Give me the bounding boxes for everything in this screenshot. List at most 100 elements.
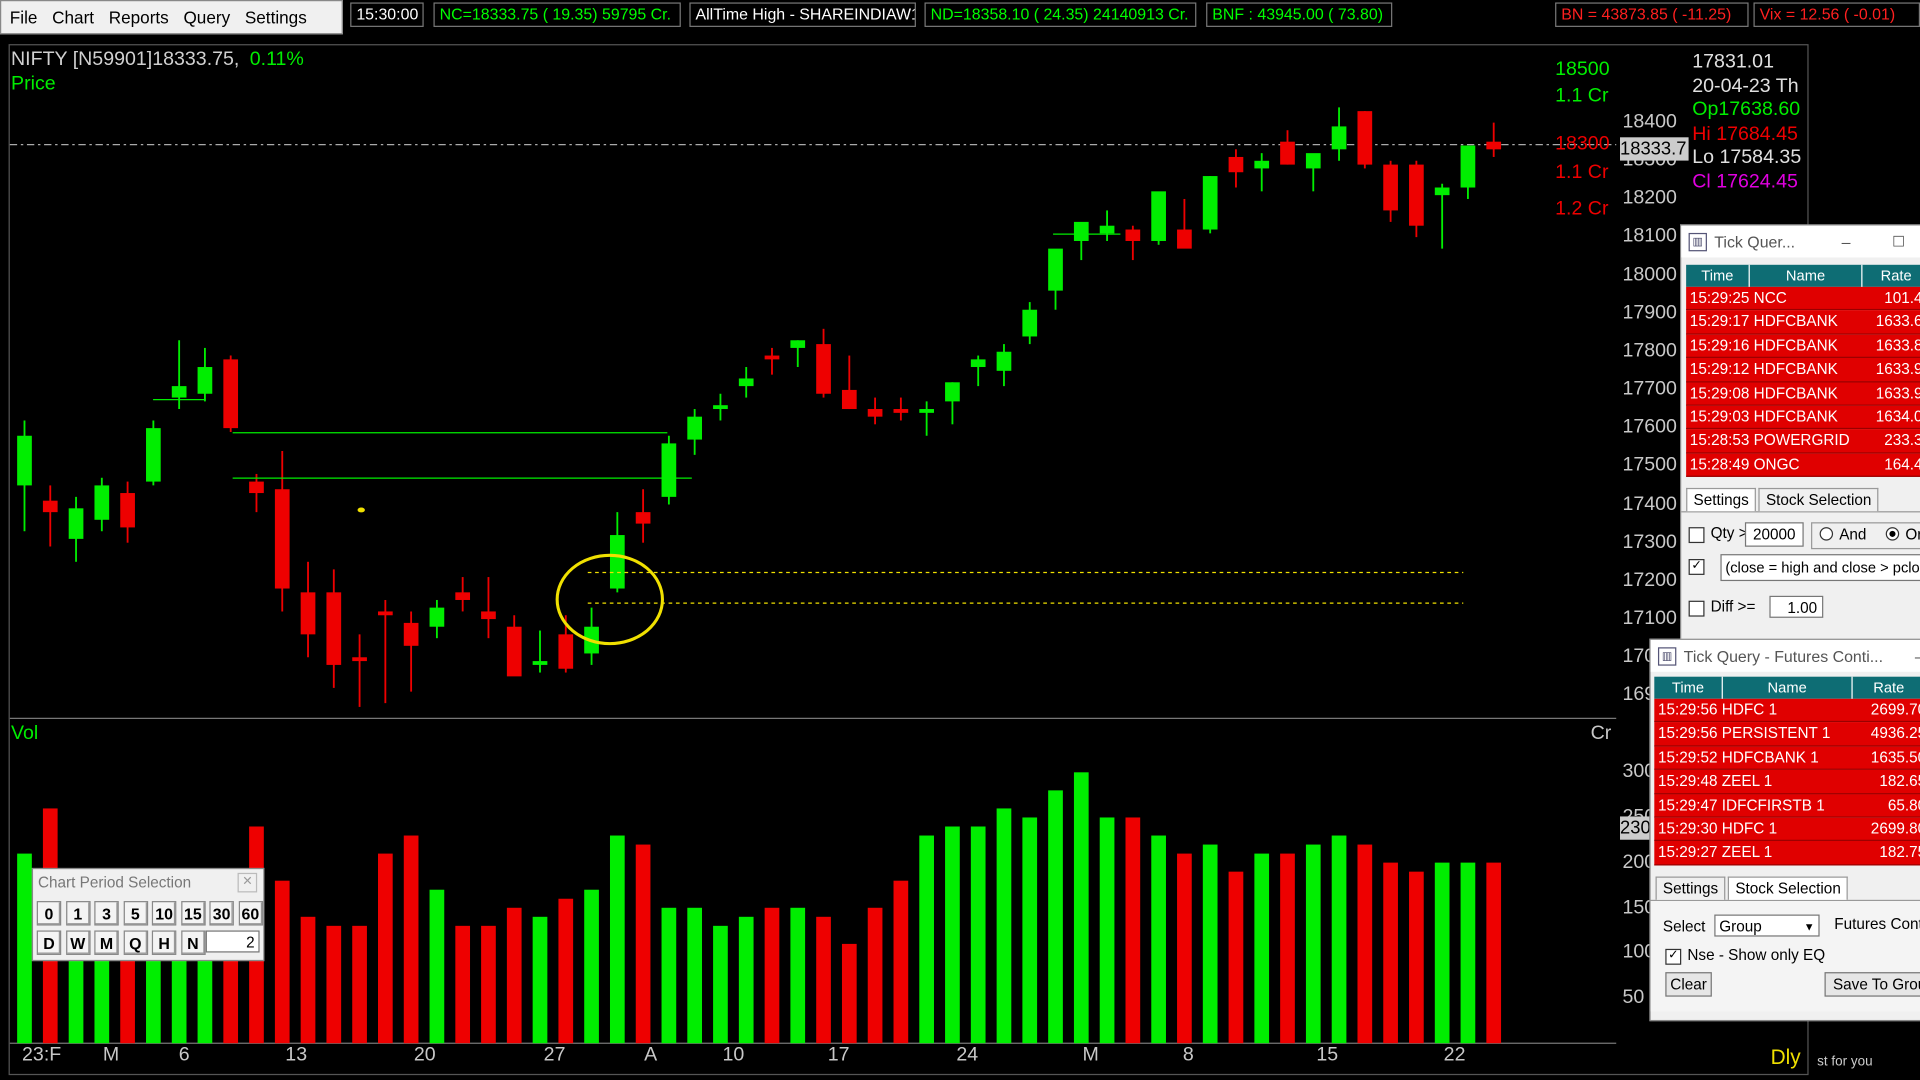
volume-bar[interactable] <box>1460 862 1476 1044</box>
condition-checkbox[interactable]: ✓ <box>1688 559 1705 576</box>
volume-bar[interactable] <box>1357 844 1373 1044</box>
menu-file[interactable]: File <box>10 7 38 27</box>
period-button-3[interactable]: 3 <box>94 901 119 926</box>
tab-settings[interactable]: Settings <box>1655 876 1726 900</box>
volume-bar[interactable] <box>17 853 32 1044</box>
volume-bar[interactable] <box>481 925 496 1044</box>
candle-body[interactable] <box>249 481 264 494</box>
column-header-rate[interactable]: Rate <box>1853 677 1920 699</box>
candle-body[interactable] <box>403 622 419 646</box>
condition-input[interactable]: (close = high and close > pclose <box>1720 554 1920 582</box>
volume-bar[interactable] <box>532 916 548 1044</box>
candle-body[interactable] <box>1048 248 1063 291</box>
period-button-60[interactable]: 60 <box>238 901 263 926</box>
volume-bar[interactable] <box>584 889 599 1044</box>
volume-bar[interactable] <box>326 925 342 1044</box>
candle-body[interactable] <box>532 661 548 665</box>
candle-body[interactable] <box>300 592 316 635</box>
period-button-w[interactable]: W <box>65 930 91 955</box>
volume-bar[interactable] <box>1280 853 1295 1044</box>
volume-bar[interactable] <box>893 880 909 1044</box>
candle-body[interactable] <box>94 485 110 520</box>
table-row[interactable]: 15:29:52 HDFCBANK 1 1635.50 <box>1654 746 1920 771</box>
save-to-group-button[interactable]: Save To Grou <box>1824 971 1920 997</box>
candle-body[interactable] <box>352 657 367 662</box>
table-row[interactable]: 15:28:53 POWERGRID 233.35 <box>1686 429 1920 454</box>
candle-body[interactable] <box>609 535 625 589</box>
candle-body[interactable] <box>1409 164 1424 226</box>
candle-body[interactable] <box>68 508 84 539</box>
tick-query-window[interactable]: ▥ Tick Quer... – ☐ Time Name Rate 15:29:… <box>1680 224 1920 648</box>
diff-checkbox[interactable] <box>1688 600 1705 617</box>
table-row[interactable]: 15:29:12 HDFCBANK 1633.90 <box>1686 358 1920 382</box>
volume-bar[interactable] <box>1125 817 1141 1044</box>
candle-body[interactable] <box>1331 126 1347 150</box>
menu-chart[interactable]: Chart <box>52 7 94 27</box>
tab-stock-selection[interactable]: Stock Selection <box>1727 876 1849 900</box>
chart-period-window[interactable]: Chart Period Selection ✕ 0 1 3 5 10 15 30 60 DW… <box>31 867 265 962</box>
candle-body[interactable] <box>893 409 909 413</box>
volume-bar[interactable] <box>1177 853 1192 1044</box>
table-row[interactable]: 15:29:16 HDFCBANK 1633.80 <box>1686 334 1920 359</box>
candle-body[interactable] <box>42 500 58 513</box>
volume-bar[interactable] <box>1383 862 1398 1044</box>
candle-body[interactable] <box>1073 221 1089 241</box>
candle-body[interactable] <box>1151 191 1166 241</box>
candle-body[interactable] <box>635 512 651 524</box>
tab-stock-selection[interactable]: Stock Selection <box>1758 488 1879 512</box>
candle-body[interactable] <box>1383 164 1398 211</box>
volume-bar[interactable] <box>816 916 831 1044</box>
period-button-d[interactable]: D <box>36 930 62 955</box>
period-button-0[interactable]: 0 <box>36 901 62 926</box>
volume-bar[interactable] <box>506 907 522 1044</box>
volume-bar[interactable] <box>764 907 780 1044</box>
menu-query[interactable]: Query <box>183 7 230 27</box>
candle-body[interactable] <box>970 359 986 368</box>
tick-query-titlebar[interactable]: ▥ Tick Quer... – ☐ <box>1681 225 1920 258</box>
candle-body[interactable] <box>1228 156 1244 173</box>
candle-body[interactable] <box>146 428 161 482</box>
volume-bar[interactable] <box>609 835 625 1044</box>
group-select[interactable]: Group ▼ <box>1714 914 1820 937</box>
table-row[interactable]: 15:29:08 HDFCBANK 1633.95 <box>1686 381 1920 406</box>
candle-body[interactable] <box>197 367 213 394</box>
candle-body[interactable] <box>455 592 471 600</box>
volume-bar[interactable] <box>429 889 445 1044</box>
period-value-input[interactable]: 2 <box>205 930 260 953</box>
candle-body[interactable] <box>1280 141 1295 165</box>
candle-body[interactable] <box>919 409 934 413</box>
period-button-10[interactable]: 10 <box>151 901 177 926</box>
volume-bar[interactable] <box>403 835 419 1044</box>
candle-body[interactable] <box>790 340 806 348</box>
futures-titlebar[interactable]: ▥ Tick Query - Futures Conti... – <box>1650 639 1920 672</box>
volume-bar[interactable] <box>996 808 1012 1044</box>
column-header-rate[interactable]: Rate <box>1862 265 1920 287</box>
volume-bar[interactable] <box>1073 772 1089 1044</box>
column-header-name[interactable]: Name <box>1723 676 1853 699</box>
period-button-m[interactable]: M <box>94 930 119 955</box>
candle-body[interactable] <box>558 634 574 669</box>
table-row[interactable]: 15:29:56 HDFC 1 2699.70 <box>1654 698 1920 723</box>
candle-body[interactable] <box>687 416 703 440</box>
candle-body[interactable] <box>1486 141 1502 150</box>
volume-bar[interactable] <box>945 826 960 1044</box>
period-button-30[interactable]: 30 <box>209 901 234 926</box>
candle-body[interactable] <box>713 405 728 410</box>
diff-input[interactable]: 1.00 <box>1769 595 1824 619</box>
volume-bar[interactable] <box>274 880 290 1044</box>
column-header-time[interactable]: Time <box>1686 264 1750 287</box>
candle-body[interactable] <box>816 344 831 394</box>
maximize-icon[interactable]: ☐ <box>1892 233 1905 250</box>
candle-body[interactable] <box>1357 111 1373 165</box>
candle-body[interactable] <box>1305 153 1321 169</box>
candle-body[interactable] <box>841 389 857 410</box>
candle-body[interactable] <box>738 378 754 387</box>
volume-bar[interactable] <box>1409 871 1424 1044</box>
volume-bar[interactable] <box>841 943 857 1044</box>
volume-bar[interactable] <box>1048 790 1063 1044</box>
volume-bar[interactable] <box>1254 853 1270 1044</box>
table-row[interactable]: 15:29:17 HDFCBANK 1633.60 <box>1686 310 1920 335</box>
candle-body[interactable] <box>1434 187 1450 196</box>
table-row[interactable]: 15:29:48 ZEEL 1 182.65 <box>1654 770 1920 794</box>
period-button-15[interactable]: 15 <box>180 901 206 926</box>
